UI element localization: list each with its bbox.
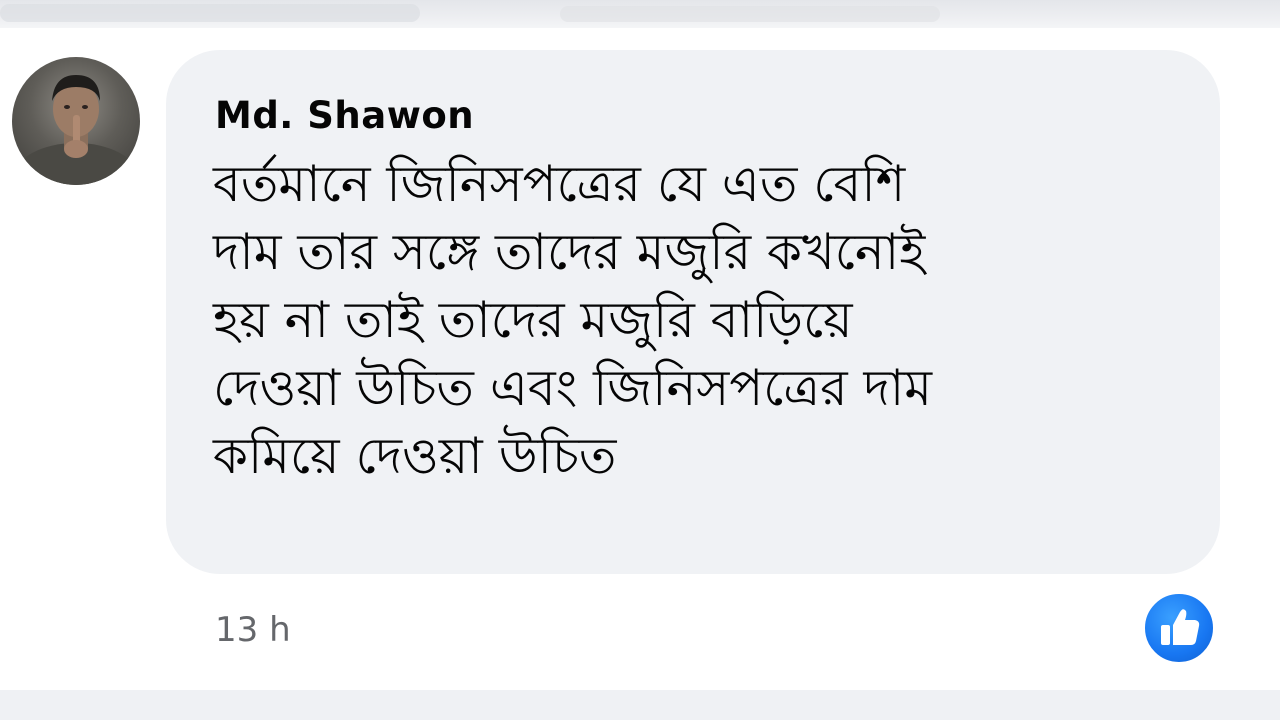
blurred-content [560,6,940,22]
avatar[interactable] [12,57,140,185]
comment-timestamp[interactable]: 13 h [215,606,291,654]
blurred-content [0,4,420,22]
user-photo-icon [14,75,138,185]
comment-text: বর্তমানে জিনিসপত্রের যে এত বেশি দাম তার … [213,155,933,485]
previous-content-strip [0,0,1280,28]
like-reaction-badge[interactable] [1142,591,1216,665]
next-content-strip [0,690,1280,720]
like-icon [1161,609,1200,645]
comment-author[interactable]: Md. Shawon [215,90,474,142]
